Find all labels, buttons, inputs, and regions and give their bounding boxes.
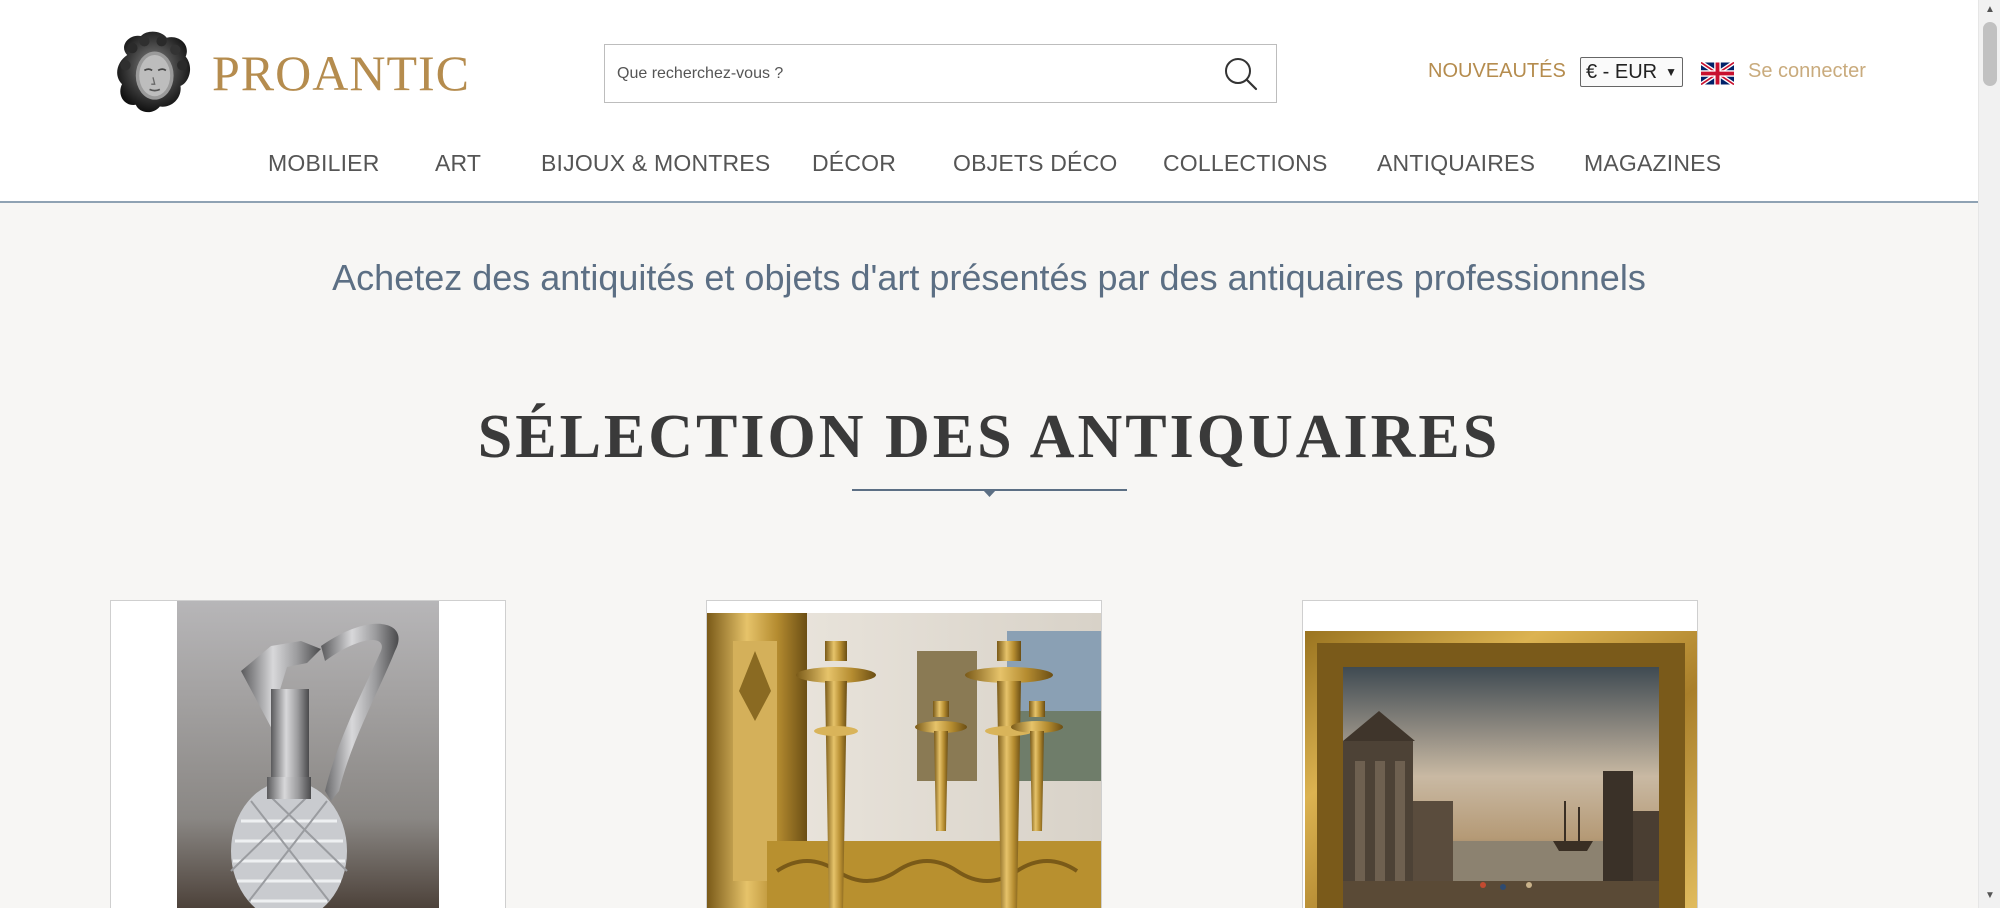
site-logo[interactable]: PROANTIC: [110, 20, 470, 125]
uk-flag-icon[interactable]: [1701, 62, 1734, 85]
login-link[interactable]: Se connecter: [1748, 60, 1866, 83]
main-nav: MOBILIER ART BIJOUX & MONTRES DÉCOR OBJE…: [0, 150, 1978, 180]
page-viewport: PROANTIC NOUVEAUTÉS € - EUR ▼ Se connect…: [0, 0, 1978, 908]
scroll-down-arrow-icon[interactable]: ▼: [1979, 890, 2000, 904]
logo-wordmark: PROANTIC: [211, 44, 470, 101]
product-card[interactable]: [1302, 600, 1698, 908]
nav-item-decor[interactable]: DÉCOR: [812, 150, 896, 177]
search-icon[interactable]: [1222, 55, 1260, 93]
scroll-up-arrow-icon[interactable]: ▲: [1979, 4, 2000, 18]
search-bar: [604, 44, 1277, 103]
nav-item-mobilier[interactable]: MOBILIER: [268, 150, 380, 177]
nav-item-objets-deco[interactable]: OBJETS DÉCO: [953, 150, 1118, 177]
scrollbar-thumb[interactable]: [1983, 22, 1997, 86]
product-image-ewer: [111, 601, 505, 908]
nav-item-bijoux-montres[interactable]: BIJOUX & MONTRES: [541, 150, 770, 177]
currency-value: € - EUR: [1586, 60, 1658, 83]
sculpture-head-icon: [117, 31, 191, 112]
chevron-down-icon: ▼: [1665, 65, 1678, 79]
nav-item-collections[interactable]: COLLECTIONS: [1163, 150, 1328, 177]
product-image-candlesticks: [707, 601, 1101, 908]
nav-item-antiquaires[interactable]: ANTIQUAIRES: [1377, 150, 1535, 177]
title-divider: [852, 489, 1127, 497]
section-title: SÉLECTION DES ANTIQUAIRES: [477, 403, 1501, 471]
search-input[interactable]: [605, 45, 1205, 102]
site-header: PROANTIC NOUVEAUTÉS € - EUR ▼ Se connect…: [0, 0, 1978, 203]
page-scrollbar[interactable]: ▲ ▼: [1978, 0, 2000, 908]
product-card[interactable]: [706, 600, 1102, 908]
nouveautes-link[interactable]: NOUVEAUTÉS: [1428, 60, 1566, 83]
page-tagline: Achetez des antiquités et objets d'art p…: [332, 257, 1646, 298]
nav-item-art[interactable]: ART: [435, 150, 481, 177]
product-card[interactable]: [110, 600, 506, 908]
nav-item-magazines[interactable]: MAGAZINES: [1584, 150, 1721, 177]
currency-select[interactable]: € - EUR ▼: [1580, 57, 1683, 87]
product-image-painting: [1303, 601, 1697, 908]
